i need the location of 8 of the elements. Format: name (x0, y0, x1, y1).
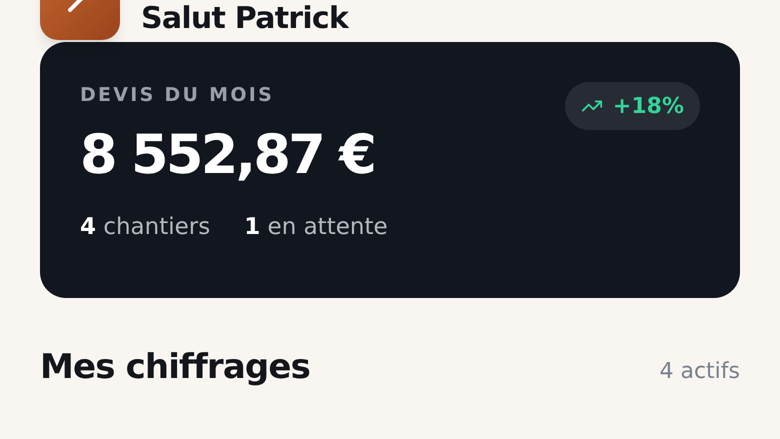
amount-text: 8 552,87 € (80, 122, 374, 188)
greeting-title: Salut Patrick (141, 0, 348, 38)
stat-text: 4 chantiers (80, 213, 210, 242)
active-count: 4 actifs (659, 358, 740, 386)
summary-label: DEVIS DU MOIS (80, 83, 276, 108)
section-title: Mes chiffrages (40, 346, 310, 389)
trend-badge: +18% (564, 82, 700, 130)
stat-text: 1 en attente (244, 213, 388, 242)
